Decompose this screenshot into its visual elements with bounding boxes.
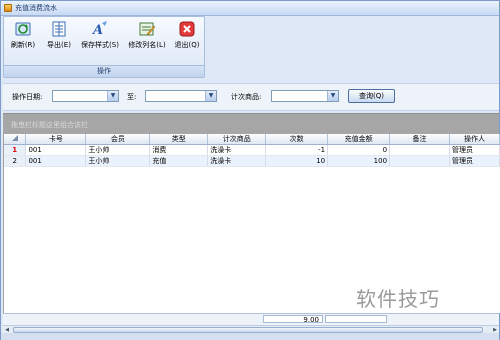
filter-bar: 操作日期: ▼ 至: ▼ 计次商品: ▼ 查询(Q) (3, 83, 499, 111)
table-header-row: 卡号 会员 类型 计次商品 次数 充值金额 备注 操作人 (4, 134, 500, 145)
ribbon-group-label: 操作 (4, 65, 204, 77)
cell-card[interactable]: 001 (25, 144, 87, 156)
cell-type[interactable]: 消费 (149, 144, 209, 156)
exit-icon (179, 21, 195, 37)
column-header-type[interactable]: 类型 (149, 134, 209, 145)
table-row[interactable]: 2 001 王小帅 充值 洗澡卡 10 100 管理员 (4, 155, 500, 167)
chevron-down-icon[interactable]: ▼ (205, 91, 216, 101)
query-button[interactable]: 查询(Q) (348, 89, 395, 103)
date-to-combo[interactable]: ▼ (145, 90, 217, 102)
count-summary: 9.00 (263, 315, 323, 324)
column-header-member[interactable]: 会员 (85, 134, 151, 145)
export-icon (52, 21, 66, 37)
column-header-count[interactable]: 次数 (265, 134, 329, 145)
chevron-down-icon[interactable]: ▼ (107, 91, 118, 101)
window-title: 充值消费流水 (15, 4, 57, 12)
column-header-item[interactable]: 计次商品 (207, 134, 267, 145)
refresh-button[interactable]: 刷新(R) (8, 20, 38, 50)
refresh-label: 刷新(R) (10, 41, 36, 49)
cell-amount[interactable]: 100 (327, 155, 391, 167)
row-index[interactable]: 1 (4, 144, 27, 156)
cell-operator[interactable]: 管理员 (449, 144, 500, 156)
summary-footer: 9.00 (3, 313, 499, 325)
cell-note[interactable] (389, 144, 450, 156)
title-bar: 充值消费流水 (1, 1, 499, 16)
save-style-icon: A (91, 21, 107, 38)
cell-note[interactable] (389, 155, 450, 167)
to-label: 至: (127, 93, 137, 101)
column-header-note[interactable]: 备注 (389, 134, 450, 145)
export-label: 导出(E) (47, 41, 71, 49)
exit-label: 退出(Q) (174, 41, 200, 49)
app-icon (4, 4, 12, 12)
cell-item[interactable]: 洗澡卡 (207, 155, 267, 167)
status-bar (1, 333, 499, 340)
column-header-operator[interactable]: 操作人 (449, 134, 500, 145)
row-index[interactable]: 2 (4, 155, 27, 167)
cell-amount[interactable]: 0 (327, 144, 391, 156)
chevron-down-icon[interactable]: ▼ (327, 91, 338, 101)
group-by-panel[interactable]: 拖曳栏标题这里组合该栏 (3, 113, 499, 134)
column-header-indicator[interactable] (4, 134, 27, 145)
ribbon-panel: 刷新(R) 导出(E) A 保存样式(S) 修改列名(L) 退出(Q) 操作 (3, 16, 205, 78)
cell-count[interactable]: -1 (265, 144, 329, 156)
column-header-amount[interactable]: 充值金额 (327, 134, 391, 145)
column-header-card[interactable]: 卡号 (25, 134, 87, 145)
table-row[interactable]: 1 001 王小帅 消费 洗澡卡 -1 0 管理员 (4, 144, 500, 156)
export-button[interactable]: 导出(E) (44, 20, 74, 50)
edit-column-icon (139, 22, 156, 36)
refresh-icon (15, 22, 31, 36)
save-style-button[interactable]: A 保存样式(S) (78, 20, 122, 50)
edit-column-label: 修改列名(L) (128, 41, 166, 49)
cell-member[interactable]: 王小帅 (85, 144, 151, 156)
records-table: 卡号 会员 类型 计次商品 次数 充值金额 备注 操作人 1 001 王小帅 消… (4, 134, 500, 167)
cell-type[interactable]: 充值 (149, 155, 209, 167)
cell-operator[interactable]: 管理员 (449, 155, 500, 167)
cell-count[interactable]: 10 (265, 155, 329, 167)
group-by-hint: 拖曳栏标题这里组合该栏 (11, 121, 88, 129)
cell-card[interactable]: 001 (25, 155, 87, 167)
save-style-label: 保存样式(S) (81, 41, 119, 49)
watermark-text: 软件技巧 (356, 287, 440, 311)
item-combo[interactable]: ▼ (271, 90, 339, 102)
cell-item[interactable]: 洗澡卡 (207, 144, 267, 156)
edit-column-button[interactable]: 修改列名(L) (126, 20, 168, 50)
exit-button[interactable]: 退出(Q) (172, 20, 202, 50)
cell-member[interactable]: 王小帅 (85, 155, 151, 167)
date-from-combo[interactable]: ▼ (52, 90, 119, 102)
item-label: 计次商品: (231, 93, 262, 101)
grid-corner-icon (11, 135, 18, 141)
svg-text:A: A (91, 23, 103, 38)
date-label: 操作日期: (12, 93, 43, 101)
amount-summary (325, 315, 387, 323)
